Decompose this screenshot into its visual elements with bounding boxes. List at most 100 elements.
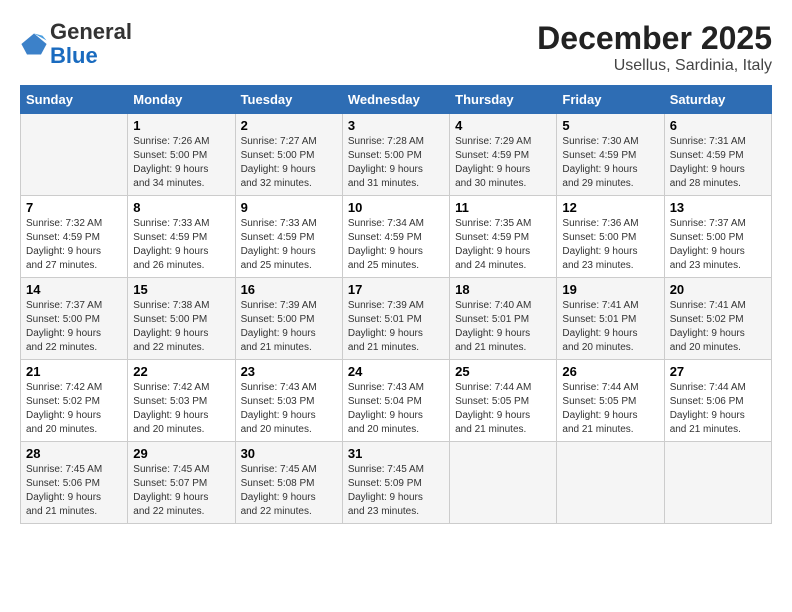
day-number: 24: [348, 364, 444, 379]
day-info: Sunrise: 7:33 AMSunset: 4:59 PMDaylight:…: [241, 217, 337, 273]
calendar-cell: [450, 442, 557, 524]
calendar-cell: 12Sunrise: 7:36 AMSunset: 5:00 PMDayligh…: [557, 196, 664, 278]
day-number: 6: [670, 118, 766, 133]
calendar-cell: 27Sunrise: 7:44 AMSunset: 5:06 PMDayligh…: [664, 360, 771, 442]
calendar-cell: 9 Sunrise: 7:33 AMSunset: 4:59 PMDaylight…: [235, 196, 342, 278]
calendar-cell: 30Sunrise: 7:45 AMSunset: 5:08 PMDayligh…: [235, 442, 342, 524]
day-info: Sunrise: 7:28 AMSunset: 5:00 PMDaylight:…: [348, 135, 444, 191]
day-of-week-header: Monday: [128, 86, 235, 114]
day-info: Sunrise: 7:30 AMSunset: 4:59 PMDaylight:…: [562, 135, 658, 191]
calendar-week-row: 7 Sunrise: 7:32 AMSunset: 4:59 PMDaylight…: [21, 196, 772, 278]
day-info: Sunrise: 7:33 AMSunset: 4:59 PMDaylight:…: [133, 217, 229, 273]
day-number: 30: [241, 446, 337, 461]
header: General Blue December 2025 Usellus, Sard…: [20, 20, 772, 75]
day-info: Sunrise: 7:42 AMSunset: 5:02 PMDaylight:…: [26, 381, 122, 437]
calendar-cell: 21 Sunrise: 7:42 AMSunset: 5:02 PMDayligh…: [21, 360, 128, 442]
calendar-cell: 31 Sunrise: 7:45 AMSunset: 5:09 PMDayligh…: [342, 442, 449, 524]
calendar-cell: 6 Sunrise: 7:31 AMSunset: 4:59 PMDaylight…: [664, 114, 771, 196]
calendar-cell: [21, 114, 128, 196]
day-number: 25: [455, 364, 551, 379]
day-info: Sunrise: 7:39 AMSunset: 5:01 PMDaylight:…: [348, 299, 444, 355]
calendar-cell: 3 Sunrise: 7:28 AMSunset: 5:00 PMDaylight…: [342, 114, 449, 196]
day-number: 16: [241, 282, 337, 297]
day-info: Sunrise: 7:41 AMSunset: 5:02 PMDaylight:…: [670, 299, 766, 355]
calendar-cell: 15Sunrise: 7:38 AMSunset: 5:00 PMDayligh…: [128, 278, 235, 360]
calendar-cell: 14 Sunrise: 7:37 AMSunset: 5:00 PMDayligh…: [21, 278, 128, 360]
calendar-cell: 16 Sunrise: 7:39 AMSunset: 5:00 PMDayligh…: [235, 278, 342, 360]
calendar-cell: 22Sunrise: 7:42 AMSunset: 5:03 PMDayligh…: [128, 360, 235, 442]
day-number: 14: [26, 282, 122, 297]
calendar-week-row: 28 Sunrise: 7:45 AMSunset: 5:06 PMDayligh…: [21, 442, 772, 524]
day-info: Sunrise: 7:35 AMSunset: 4:59 PMDaylight:…: [455, 217, 551, 273]
day-number: 31: [348, 446, 444, 461]
calendar-cell: 1 Sunrise: 7:26 AMSunset: 5:00 PMDaylight…: [128, 114, 235, 196]
calendar-cell: 13Sunrise: 7:37 AMSunset: 5:00 PMDayligh…: [664, 196, 771, 278]
day-of-week-header: Wednesday: [342, 86, 449, 114]
day-info: Sunrise: 7:29 AMSunset: 4:59 PMDaylight:…: [455, 135, 551, 191]
calendar-cell: 17 Sunrise: 7:39 AMSunset: 5:01 PMDayligh…: [342, 278, 449, 360]
logo-icon: [20, 30, 48, 58]
day-info: Sunrise: 7:44 AMSunset: 5:05 PMDaylight:…: [562, 381, 658, 437]
day-info: Sunrise: 7:43 AMSunset: 5:03 PMDaylight:…: [241, 381, 337, 437]
calendar-cell: 11Sunrise: 7:35 AMSunset: 4:59 PMDayligh…: [450, 196, 557, 278]
day-info: Sunrise: 7:34 AMSunset: 4:59 PMDaylight:…: [348, 217, 444, 273]
calendar-table: SundayMondayTuesdayWednesdayThursdayFrid…: [20, 85, 772, 524]
logo: General Blue: [20, 20, 132, 68]
day-number: 22: [133, 364, 229, 379]
day-info: Sunrise: 7:38 AMSunset: 5:00 PMDaylight:…: [133, 299, 229, 355]
calendar-header-row: SundayMondayTuesdayWednesdayThursdayFrid…: [21, 86, 772, 114]
day-number: 26: [562, 364, 658, 379]
calendar-cell: 8 Sunrise: 7:33 AMSunset: 4:59 PMDaylight…: [128, 196, 235, 278]
day-info: Sunrise: 7:37 AMSunset: 5:00 PMDaylight:…: [26, 299, 122, 355]
day-number: 9: [241, 200, 337, 215]
day-number: 1: [133, 118, 229, 133]
day-info: Sunrise: 7:31 AMSunset: 4:59 PMDaylight:…: [670, 135, 766, 191]
day-of-week-header: Friday: [557, 86, 664, 114]
day-number: 4: [455, 118, 551, 133]
day-info: Sunrise: 7:27 AMSunset: 5:00 PMDaylight:…: [241, 135, 337, 191]
day-number: 5: [562, 118, 658, 133]
day-info: Sunrise: 7:40 AMSunset: 5:01 PMDaylight:…: [455, 299, 551, 355]
day-info: Sunrise: 7:45 AMSunset: 5:09 PMDaylight:…: [348, 463, 444, 519]
title-block: December 2025 Usellus, Sardinia, Italy: [537, 20, 772, 75]
day-number: 3: [348, 118, 444, 133]
day-info: Sunrise: 7:39 AMSunset: 5:00 PMDaylight:…: [241, 299, 337, 355]
calendar-cell: 19Sunrise: 7:41 AMSunset: 5:01 PMDayligh…: [557, 278, 664, 360]
calendar-cell: [557, 442, 664, 524]
month-title: December 2025: [537, 20, 772, 57]
calendar-cell: [664, 442, 771, 524]
calendar-cell: 2Sunrise: 7:27 AMSunset: 5:00 PMDaylight…: [235, 114, 342, 196]
calendar-cell: 10 Sunrise: 7:34 AMSunset: 4:59 PMDayligh…: [342, 196, 449, 278]
day-info: Sunrise: 7:43 AMSunset: 5:04 PMDaylight:…: [348, 381, 444, 437]
day-of-week-header: Tuesday: [235, 86, 342, 114]
day-info: Sunrise: 7:41 AMSunset: 5:01 PMDaylight:…: [562, 299, 658, 355]
day-number: 20: [670, 282, 766, 297]
calendar-cell: 18 Sunrise: 7:40 AMSunset: 5:01 PMDayligh…: [450, 278, 557, 360]
location-title: Usellus, Sardinia, Italy: [537, 57, 772, 75]
day-info: Sunrise: 7:26 AMSunset: 5:00 PMDaylight:…: [133, 135, 229, 191]
day-number: 8: [133, 200, 229, 215]
day-number: 28: [26, 446, 122, 461]
calendar-week-row: 1 Sunrise: 7:26 AMSunset: 5:00 PMDaylight…: [21, 114, 772, 196]
calendar-cell: 5 Sunrise: 7:30 AMSunset: 4:59 PMDaylight…: [557, 114, 664, 196]
day-number: 17: [348, 282, 444, 297]
calendar-cell: 29 Sunrise: 7:45 AMSunset: 5:07 PMDayligh…: [128, 442, 235, 524]
calendar-cell: 20 Sunrise: 7:41 AMSunset: 5:02 PMDayligh…: [664, 278, 771, 360]
day-info: Sunrise: 7:45 AMSunset: 5:07 PMDaylight:…: [133, 463, 229, 519]
calendar-cell: 24 Sunrise: 7:43 AMSunset: 5:04 PMDayligh…: [342, 360, 449, 442]
day-of-week-header: Saturday: [664, 86, 771, 114]
calendar-cell: 7 Sunrise: 7:32 AMSunset: 4:59 PMDaylight…: [21, 196, 128, 278]
day-number: 29: [133, 446, 229, 461]
day-of-week-header: Sunday: [21, 86, 128, 114]
calendar-body: 1 Sunrise: 7:26 AMSunset: 5:00 PMDaylight…: [21, 114, 772, 524]
day-info: Sunrise: 7:45 AMSunset: 5:06 PMDaylight:…: [26, 463, 122, 519]
day-number: 7: [26, 200, 122, 215]
day-info: Sunrise: 7:32 AMSunset: 4:59 PMDaylight:…: [26, 217, 122, 273]
day-number: 21: [26, 364, 122, 379]
calendar-cell: 26 Sunrise: 7:44 AMSunset: 5:05 PMDayligh…: [557, 360, 664, 442]
day-number: 23: [241, 364, 337, 379]
day-number: 18: [455, 282, 551, 297]
day-of-week-header: Thursday: [450, 86, 557, 114]
day-number: 10: [348, 200, 444, 215]
day-number: 27: [670, 364, 766, 379]
